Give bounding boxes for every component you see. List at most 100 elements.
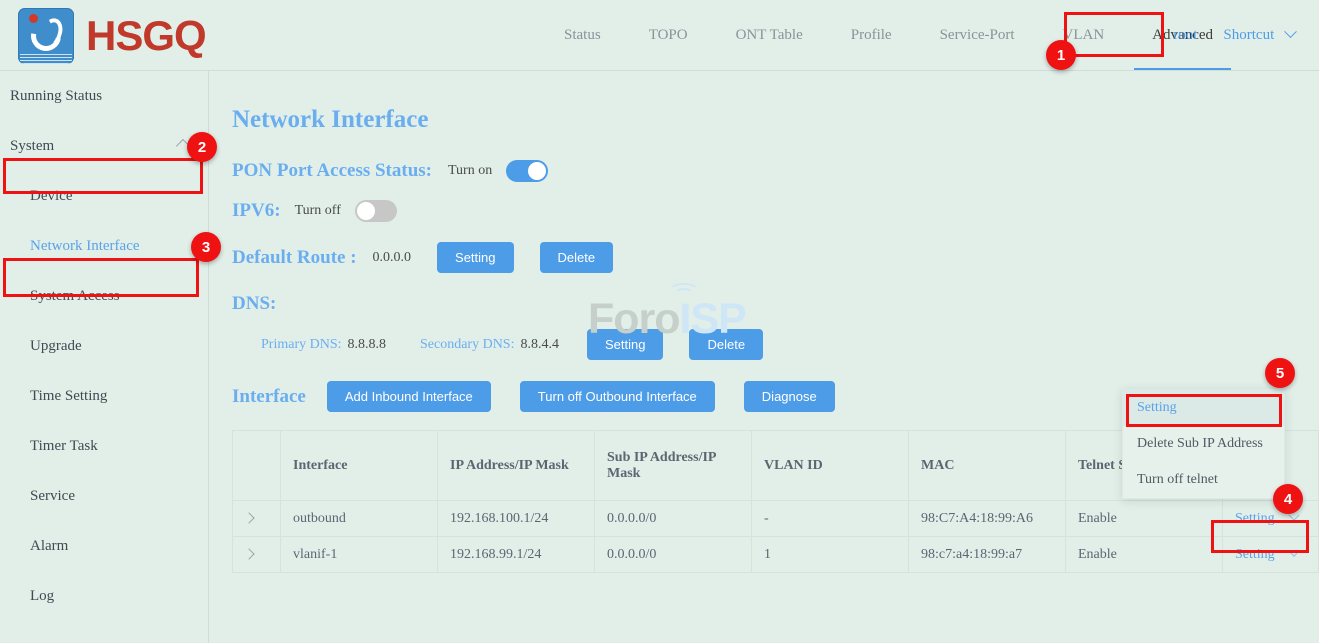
cell-telnet-status: Enable xyxy=(1066,537,1223,573)
sidebar-label: Network Interface xyxy=(30,238,140,255)
th-mac: MAC xyxy=(909,431,1066,501)
cell-interface: vlanif-1 xyxy=(281,537,438,573)
tab-service-port[interactable]: Service-Port xyxy=(916,0,1039,70)
default-route-value: 0.0.0.0 xyxy=(373,250,412,266)
sidebar-label: System xyxy=(10,138,54,155)
sidebar-item-network-interface[interactable]: Network Interface xyxy=(0,221,208,271)
cell-interface: outbound xyxy=(281,501,438,537)
sidebar-item-log[interactable]: Log xyxy=(0,571,208,621)
dropdown-item-setting[interactable]: Setting xyxy=(1123,390,1284,426)
cell-operate-setting[interactable]: Setting xyxy=(1223,501,1319,537)
sidebar-label: Service xyxy=(30,488,75,505)
cell-mac: 98:C7:A4:18:99:A6 xyxy=(909,501,1066,537)
page-title: Network Interface xyxy=(232,106,1319,134)
interface-label: Interface xyxy=(232,386,306,408)
tab-status[interactable]: Status xyxy=(540,0,625,70)
sidebar-item-system-access[interactable]: System Access xyxy=(0,271,208,321)
operate-dropdown-menu: Setting Delete Sub IP Address Turn off t… xyxy=(1122,389,1285,499)
sidebar-label: Timer Task xyxy=(30,438,98,455)
dns-delete-button[interactable]: Delete xyxy=(689,329,763,360)
row-expander-cell[interactable] xyxy=(233,501,281,537)
sidebar-label: Upgrade xyxy=(30,338,82,355)
default-route-delete-button[interactable]: Delete xyxy=(540,242,614,273)
cell-mac: 98:c7:a4:18:99:a7 xyxy=(909,537,1066,573)
main-content: Network Interface PON Port Access Status… xyxy=(219,71,1319,643)
pon-port-toggle[interactable] xyxy=(506,160,548,182)
sidebar-item-time-setting[interactable]: Time Setting xyxy=(0,371,208,421)
user-root-link[interactable]: root xyxy=(1163,27,1207,44)
sidebar-label: Time Setting xyxy=(30,388,107,405)
secondary-dns-value: 8.8.4.4 xyxy=(521,337,560,353)
chevron-down-icon xyxy=(1284,25,1297,38)
annotation-badge-3: 3 xyxy=(191,232,221,262)
th-expander xyxy=(233,431,281,501)
th-sub-ip-address: Sub IP Address/IP Mask xyxy=(595,431,752,501)
chevron-right-icon xyxy=(243,512,254,523)
dns-row: DNS: xyxy=(232,293,1319,315)
annotation-badge-1: 1 xyxy=(1046,40,1076,70)
interface-table-body: outbound 192.168.100.1/24 0.0.0.0/0 - 98… xyxy=(233,501,1319,573)
secondary-dns-label: Secondary DNS: xyxy=(420,337,515,353)
sidebar-item-running-status[interactable]: Running Status xyxy=(0,71,208,121)
dns-setting-button[interactable]: Setting xyxy=(587,329,663,360)
shortcut-label: Shortcut xyxy=(1223,27,1274,43)
turn-off-outbound-interface-button[interactable]: Turn off Outbound Interface xyxy=(520,381,715,412)
cell-vlan-id: - xyxy=(752,501,909,537)
sidebar-label: Log xyxy=(30,588,54,605)
chevron-down-icon xyxy=(1289,545,1300,556)
diagnose-button[interactable]: Diagnose xyxy=(744,381,835,412)
primary-dns-label: Primary DNS: xyxy=(261,337,342,353)
th-ip-address: IP Address/IP Mask xyxy=(438,431,595,501)
brand-logo[interactable]: HSGQ xyxy=(18,8,206,64)
hsgq-logo-icon xyxy=(18,8,74,64)
row-expander-cell[interactable] xyxy=(233,537,281,573)
cell-sub-ip-address: 0.0.0.0/0 xyxy=(595,537,752,573)
sidebar-label: System Access xyxy=(30,288,120,305)
sidebar-item-service[interactable]: Service xyxy=(0,471,208,521)
pon-port-row: PON Port Access Status: Turn on xyxy=(232,160,1319,182)
sidebar-item-timer-task[interactable]: Timer Task xyxy=(0,421,208,471)
th-interface: Interface xyxy=(281,431,438,501)
operate-setting-label: Setting xyxy=(1235,511,1275,526)
annotation-badge-2: 2 xyxy=(187,132,217,162)
cell-operate-setting[interactable]: Setting xyxy=(1223,537,1319,573)
app-header: HSGQ Status TOPO ONT Table Profile Servi… xyxy=(0,0,1319,71)
top-navigation: Status TOPO ONT Table Profile Service-Po… xyxy=(540,0,1237,70)
operate-setting-label: Setting xyxy=(1235,547,1275,562)
tab-ont-table[interactable]: ONT Table xyxy=(712,0,827,70)
annotation-badge-5: 5 xyxy=(1265,358,1295,388)
sidebar: Running Status System Device Network Int… xyxy=(0,71,209,643)
pon-port-state-text: Turn on xyxy=(448,163,492,179)
sidebar-item-device[interactable]: Device xyxy=(0,171,208,221)
cell-ip-address: 192.168.99.1/24 xyxy=(438,537,595,573)
dns-values-row: Primary DNS: 8.8.8.8 Secondary DNS: 8.8.… xyxy=(261,329,1319,360)
annotation-badge-4: 4 xyxy=(1273,484,1303,514)
default-route-row: Default Route : 0.0.0.0 Setting Delete xyxy=(232,242,1319,273)
ipv6-row: IPV6: Turn off xyxy=(232,200,1319,222)
dropdown-item-turn-off-telnet[interactable]: Turn off telnet xyxy=(1123,462,1284,498)
table-row: vlanif-1 192.168.99.1/24 0.0.0.0/0 1 98:… xyxy=(233,537,1319,573)
dropdown-item-delete-sub-ip-address[interactable]: Delete Sub IP Address xyxy=(1123,426,1284,462)
ipv6-toggle[interactable] xyxy=(355,200,397,222)
sidebar-item-system[interactable]: System xyxy=(0,121,208,171)
primary-dns-value: 8.8.8.8 xyxy=(348,337,387,353)
user-menu-area: root Shortcut xyxy=(1163,0,1305,70)
default-route-setting-button[interactable]: Setting xyxy=(437,242,513,273)
ipv6-state-text: Turn off xyxy=(295,203,341,219)
ipv6-label: IPV6: xyxy=(232,200,281,222)
sidebar-item-upgrade[interactable]: Upgrade xyxy=(0,321,208,371)
tab-topo[interactable]: TOPO xyxy=(625,0,712,70)
cell-ip-address: 192.168.100.1/24 xyxy=(438,501,595,537)
add-inbound-interface-button[interactable]: Add Inbound Interface xyxy=(327,381,491,412)
shortcut-menu[interactable]: Shortcut xyxy=(1213,27,1305,44)
sidebar-item-alarm[interactable]: Alarm xyxy=(0,521,208,571)
cell-sub-ip-address: 0.0.0.0/0 xyxy=(595,501,752,537)
tab-profile[interactable]: Profile xyxy=(827,0,916,70)
sidebar-label: Alarm xyxy=(30,538,68,555)
cell-telnet-status: Enable xyxy=(1066,501,1223,537)
pon-port-label: PON Port Access Status: xyxy=(232,160,432,182)
default-route-label: Default Route : xyxy=(232,247,357,269)
cell-vlan-id: 1 xyxy=(752,537,909,573)
th-vlan-id: VLAN ID xyxy=(752,431,909,501)
chevron-right-icon xyxy=(243,548,254,559)
